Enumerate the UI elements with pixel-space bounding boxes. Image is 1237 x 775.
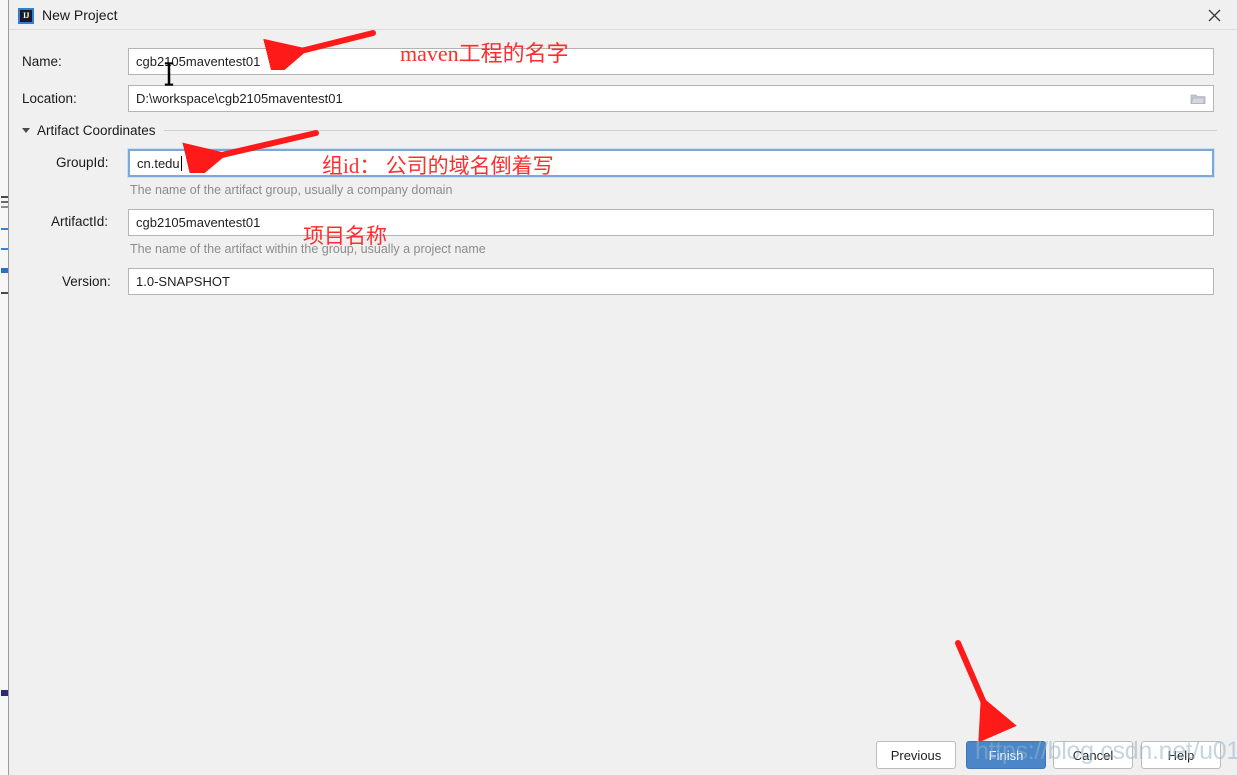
groupid-hint: The name of the artifact group, usually …: [130, 183, 453, 197]
sliver-artifact: [1, 292, 8, 294]
sliver-artifact: [1, 206, 8, 208]
groupid-label: GroupId:: [56, 155, 109, 170]
new-project-dialog: IJ New Project Name: cgb2105maventest01 …: [0, 0, 1237, 775]
artifactid-hint: The name of the artifact within the grou…: [130, 242, 486, 256]
sliver-artifact: [1, 268, 8, 273]
folder-icon[interactable]: [1190, 92, 1206, 105]
location-input[interactable]: D:\workspace\cgb2105maventest01: [128, 85, 1214, 112]
finish-button[interactable]: Finish: [966, 741, 1046, 769]
artifactid-input[interactable]: cgb2105maventest01: [128, 209, 1214, 236]
app-icon-glyph: IJ: [22, 11, 30, 20]
background-window-sliver: [0, 0, 9, 775]
groupid-input[interactable]: cn.tedu: [127, 148, 1215, 178]
name-label: Name:: [22, 54, 62, 69]
artifactid-label: ArtifactId:: [51, 214, 109, 229]
title-bar: IJ New Project: [9, 0, 1237, 30]
cancel-button[interactable]: Cancel: [1053, 741, 1133, 769]
window-title: New Project: [42, 7, 118, 23]
sliver-artifact: [1, 690, 8, 696]
help-button[interactable]: Help: [1141, 741, 1221, 769]
name-input[interactable]: cgb2105maventest01: [128, 48, 1214, 75]
finish-annotation-arrow: [955, 640, 1017, 741]
sliver-artifact: [1, 196, 8, 198]
artifact-coordinates-title: Artifact Coordinates: [37, 123, 156, 138]
version-input-value: 1.0-SNAPSHOT: [136, 274, 230, 289]
artifact-coordinates-section-header[interactable]: Artifact Coordinates: [22, 123, 1217, 138]
version-input[interactable]: 1.0-SNAPSHOT: [128, 268, 1214, 295]
location-input-value: D:\workspace\cgb2105maventest01: [136, 91, 343, 106]
section-divider: [163, 130, 1217, 131]
location-label: Location:: [22, 91, 77, 106]
previous-button[interactable]: Previous: [876, 741, 956, 769]
groupid-input-value: cn.tedu: [137, 155, 180, 171]
sliver-artifact: [1, 201, 8, 203]
name-input-value: cgb2105maventest01: [136, 54, 261, 69]
intellij-idea-icon: IJ: [18, 8, 34, 24]
sliver-artifact: [1, 228, 8, 230]
artifactid-input-value: cgb2105maventest01: [136, 215, 261, 230]
close-icon[interactable]: [1191, 0, 1237, 30]
sliver-artifact: [1, 248, 8, 250]
text-caret: [180, 155, 182, 171]
chevron-down-icon[interactable]: [22, 128, 30, 133]
version-label: Version:: [62, 274, 111, 289]
